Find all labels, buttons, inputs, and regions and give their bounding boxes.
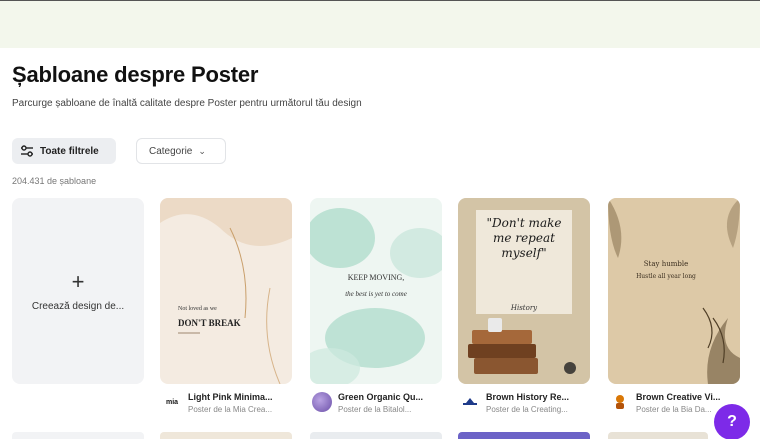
create-design-card[interactable]: + Creează design de... — [12, 198, 144, 384]
all-filters-label: Toate filtrele — [40, 145, 99, 157]
poster-text-top: Stay humble — [644, 260, 688, 268]
next-row-card — [160, 432, 292, 439]
poster-text-top: Not loved as we — [178, 306, 217, 312]
template-creator: Poster de la Creating... — [486, 405, 568, 414]
template-title: Light Pink Minima... — [188, 392, 273, 402]
help-button[interactable]: ? — [714, 404, 750, 439]
results-count: 204.431 de șabloane — [12, 176, 97, 186]
creator-logo-icon — [616, 395, 624, 409]
template-thumbnail-4: Stay humble Hustle all year long — [608, 198, 740, 384]
sliders-icon — [21, 145, 33, 157]
poster-text-main: Hustle all year long — [636, 273, 696, 280]
template-title: Green Organic Qu... — [338, 392, 424, 402]
creator-logo-icon — [463, 398, 477, 405]
template-thumbnail-3: "Don't make me repeat myself" History — [458, 198, 590, 384]
template-card-1[interactable]: Not loved as we DON'T BREAK — [160, 198, 292, 384]
template-thumbnail-2: KEEP MOVING, the best is yet to come — [310, 198, 442, 384]
plus-icon: + — [71, 268, 85, 294]
template-creator: Poster de la Bitalol... — [338, 405, 412, 414]
template-card-3[interactable]: "Don't make me repeat myself" History — [458, 198, 590, 384]
template-title: Brown History Re... — [486, 392, 570, 402]
template-card-4[interactable]: Stay humble Hustle all year long — [608, 198, 740, 384]
creator-avatar — [312, 392, 332, 412]
page-subtitle: Parcurge șabloane de înaltă calitate des… — [12, 98, 362, 109]
next-row-card — [458, 432, 590, 439]
template-thumbnail-1: Not loved as we DON'T BREAK — [160, 198, 292, 384]
creator-avatar — [610, 392, 630, 412]
template-meta-3[interactable]: Brown History Re... Poster de la Creatin… — [460, 392, 608, 422]
template-creator: Poster de la Bia Da... — [636, 405, 712, 414]
chevron-down-icon: ⌄ — [198, 145, 206, 156]
poster-text-top: KEEP MOVING, — [348, 273, 405, 282]
template-title: Brown Creative Vi... — [636, 392, 721, 402]
create-design-label: Creează design de... — [31, 300, 125, 312]
category-label: Categorie — [149, 145, 193, 157]
next-row-card — [310, 432, 442, 439]
creator-avatar — [460, 392, 480, 412]
poster-text-main: History — [510, 304, 538, 312]
poster-text-main: DON'T BREAK — [178, 318, 241, 328]
next-row-card — [12, 432, 144, 439]
category-dropdown[interactable]: Categorie ⌄ — [136, 138, 226, 164]
template-card-2[interactable]: KEEP MOVING, the best is yet to come — [310, 198, 442, 384]
page-title: Șabloane despre Poster — [12, 62, 259, 87]
all-filters-button[interactable]: Toate filtrele — [12, 138, 116, 164]
poster-text-top: "Don't make me repeat myself" — [486, 216, 562, 260]
creator-avatar: mia — [162, 392, 182, 412]
next-row-card — [608, 432, 708, 439]
template-meta-2[interactable]: Green Organic Qu... Poster de la Bitalol… — [312, 392, 460, 422]
top-banner — [0, 0, 760, 48]
poster-text-main: the best is yet to come — [345, 290, 407, 298]
template-creator: Poster de la Mia Crea... — [188, 405, 273, 414]
template-meta-1[interactable]: mia Light Pink Minima... Poster de la Mi… — [162, 392, 310, 422]
